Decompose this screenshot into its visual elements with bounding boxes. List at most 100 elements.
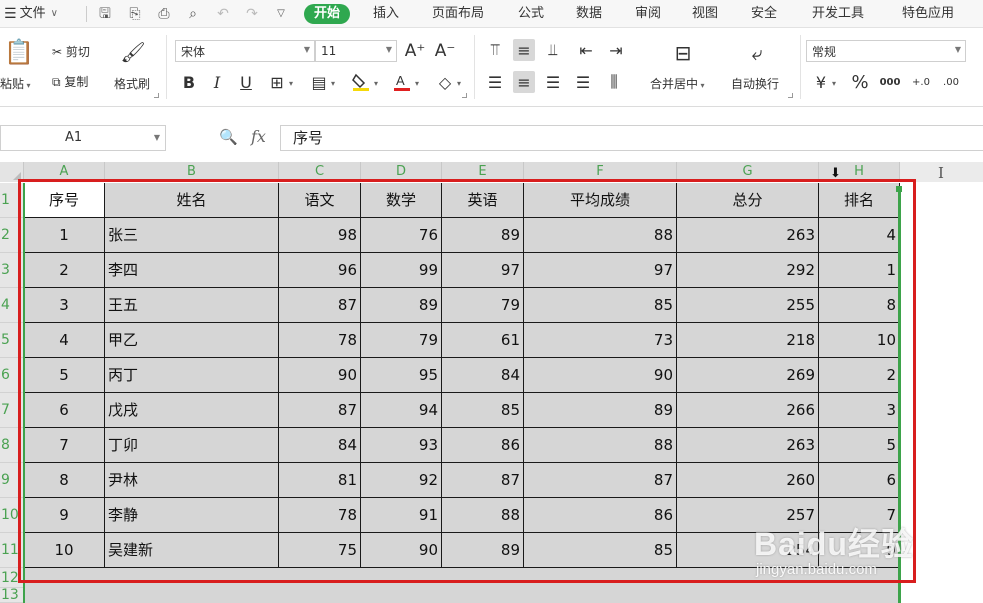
tab-special-apps[interactable]: 特色应用 [902, 0, 954, 28]
table-cell[interactable]: 6 [24, 393, 105, 428]
table-cell[interactable]: 7 [819, 498, 900, 533]
tab-view[interactable]: 视图 [692, 0, 718, 28]
undo-icon[interactable]: ↶ [213, 0, 233, 28]
table-cell[interactable]: 甲乙 [105, 323, 279, 358]
save-icon[interactable]: 🖫 [95, 0, 115, 28]
table-cell[interactable]: 89 [442, 533, 524, 568]
table-cell[interactable]: 89 [442, 218, 524, 253]
row-header[interactable]: 10 [0, 498, 24, 533]
column-header-a[interactable]: A [24, 162, 105, 182]
table-header-cell[interactable]: 语文 [279, 183, 361, 218]
table-header-cell[interactable]: 总分 [677, 183, 819, 218]
table-cell[interactable]: 3 [24, 288, 105, 323]
table-cell[interactable]: 96 [279, 253, 361, 288]
tab-data[interactable]: 数据 [576, 0, 602, 28]
file-menu[interactable]: ☰ 文件 ∨ [4, 0, 58, 28]
table-cell[interactable]: 84 [279, 428, 361, 463]
wrap-text-button[interactable]: 自动换行 [731, 75, 779, 92]
table-cell[interactable]: 尹林 [105, 463, 279, 498]
align-center-icon[interactable]: ≡ [513, 71, 535, 93]
table-cell[interactable]: 75 [279, 533, 361, 568]
table-cell[interactable]: 9 [24, 498, 105, 533]
row-header[interactable]: 12 [0, 568, 24, 588]
table-header-cell[interactable]: 英语 [442, 183, 524, 218]
fill-color-icon[interactable] [350, 71, 372, 93]
table-cell[interactable]: 79 [361, 323, 442, 358]
row-header[interactable]: 8 [0, 428, 24, 463]
table-cell[interactable]: 292 [677, 253, 819, 288]
paste-button[interactable]: 粘贴 ▾ [0, 75, 31, 92]
table-header-cell[interactable]: 平均成绩 [524, 183, 677, 218]
copy-button[interactable]: ⧉ 复制 [52, 73, 88, 90]
table-cell[interactable]: 丁卯 [105, 428, 279, 463]
table-cell[interactable]: 4 [24, 323, 105, 358]
table-cell[interactable]: 5 [819, 428, 900, 463]
table-cell[interactable]: 269 [677, 358, 819, 393]
tab-insert[interactable]: 插入 [373, 0, 399, 28]
font-color-icon[interactable]: A [391, 71, 413, 93]
row-header[interactable]: 13 [0, 587, 24, 603]
tab-security[interactable]: 安全 [751, 0, 777, 28]
merge-center-button[interactable]: 合并居中 ▾ [650, 75, 705, 92]
wrap-text-icon[interactable]: ⤶ [742, 39, 772, 67]
table-cell[interactable]: 91 [361, 498, 442, 533]
table-cell[interactable]: 84 [442, 358, 524, 393]
row-header[interactable]: 5 [0, 323, 24, 358]
table-cell[interactable]: 4 [819, 218, 900, 253]
align-left-icon[interactable]: ☰ [484, 71, 506, 93]
redo-icon[interactable]: ↷ [242, 0, 262, 28]
table-cell[interactable]: 89 [524, 393, 677, 428]
formula-input[interactable]: 序号 [280, 125, 983, 151]
merge-center-icon[interactable]: ⊟ [668, 39, 698, 67]
currency-icon[interactable]: ¥ [810, 71, 832, 93]
name-box[interactable]: A1 ▼ [0, 125, 166, 151]
font-size-select[interactable]: 11 ▼ [315, 40, 397, 62]
table-cell[interactable]: 1 [24, 218, 105, 253]
table-cell[interactable]: 6 [819, 463, 900, 498]
row-header[interactable]: 6 [0, 358, 24, 393]
table-cell[interactable]: 89 [361, 288, 442, 323]
table-cell[interactable]: 丙丁 [105, 358, 279, 393]
table-cell[interactable]: 8 [24, 463, 105, 498]
font-dialog-launcher[interactable] [462, 93, 467, 98]
table-cell[interactable]: 李四 [105, 253, 279, 288]
borders-dropdown-icon[interactable]: ▾ [289, 79, 293, 88]
table-cell[interactable]: 85 [442, 393, 524, 428]
align-right-icon[interactable]: ☰ [542, 71, 564, 93]
table-cell[interactable]: 90 [524, 358, 677, 393]
cut-button[interactable]: ✂ 剪切 [52, 43, 90, 60]
justify-icon[interactable]: ☰ [572, 71, 594, 93]
table-cell[interactable]: 88 [524, 428, 677, 463]
table-cell[interactable]: 94 [361, 393, 442, 428]
alignment-dialog-launcher[interactable] [788, 93, 793, 98]
table-cell[interactable]: 吴建新 [105, 533, 279, 568]
font-name-select[interactable]: 宋体 ▼ [175, 40, 315, 62]
tab-developer[interactable]: 开发工具 [812, 0, 864, 28]
table-cell[interactable]: 张三 [105, 218, 279, 253]
column-header-c[interactable]: C [279, 162, 361, 182]
row-header[interactable]: 4 [0, 288, 24, 323]
table-cell[interactable]: 79 [442, 288, 524, 323]
format-painter-icon[interactable]: 🖌 [120, 40, 145, 64]
table-cell[interactable]: 218 [677, 323, 819, 358]
table-cell[interactable]: 9 [819, 533, 900, 568]
fill-color-dropdown-icon[interactable]: ▾ [374, 79, 378, 88]
row-header[interactable]: 7 [0, 393, 24, 428]
table-cell[interactable]: 88 [524, 218, 677, 253]
table-cell[interactable]: 10 [819, 323, 900, 358]
table-cell[interactable]: 86 [524, 498, 677, 533]
table-header-cell[interactable]: 姓名 [105, 183, 279, 218]
table-cell[interactable]: 戊戌 [105, 393, 279, 428]
row-header[interactable]: 3 [0, 253, 24, 288]
table-cell[interactable]: 257 [677, 498, 819, 533]
table-cell[interactable]: 李静 [105, 498, 279, 533]
empty-column-area[interactable] [900, 183, 983, 603]
table-cell[interactable]: 87 [279, 393, 361, 428]
function-icon[interactable]: fx [251, 127, 266, 146]
align-top-icon[interactable]: ⫪ [484, 39, 506, 61]
table-cell[interactable]: 92 [361, 463, 442, 498]
table-cell[interactable]: 255 [677, 288, 819, 323]
table-cell[interactable]: 76 [361, 218, 442, 253]
decrease-indent-icon[interactable]: ⇤ [575, 39, 597, 61]
table-cell[interactable]: 90 [279, 358, 361, 393]
